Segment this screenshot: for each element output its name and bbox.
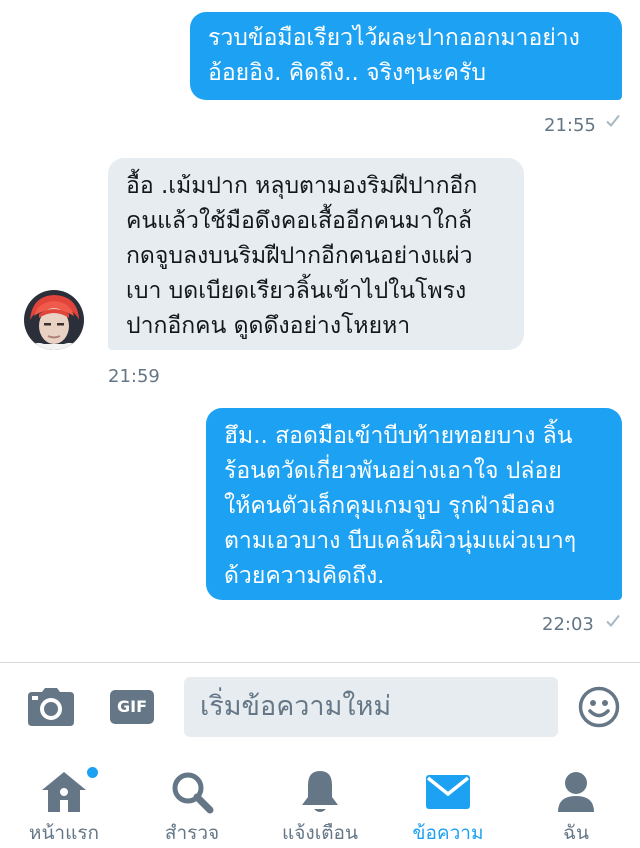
message-timestamp: 21:55 <box>544 115 596 136</box>
tab-label: แจ้งเตือน <box>282 822 358 844</box>
tab-label: ฉัน <box>563 822 589 844</box>
message-timestamp: 22:03 <box>542 614 594 635</box>
message-line: ด้วยความคิดถึง. <box>224 563 385 589</box>
search-icon <box>128 768 256 816</box>
gif-button[interactable]: GIF <box>110 690 154 724</box>
tab-me[interactable]: ฉัน <box>512 760 640 848</box>
message-line: ให้คนตัวเล็กคุมเกมจูบ รุกฝ่ามือลง <box>224 493 556 519</box>
bell-icon <box>256 768 384 816</box>
message-line: อื้อ .เม้มปาก หลุบตามองริมฝีปากอีก <box>126 173 478 199</box>
emoji-icon[interactable] <box>578 686 620 732</box>
message-bubble-outgoing[interactable]: รวบข้อมือเรียวไว้ผละปากออกมาอย่าง อ้อยอิ… <box>190 12 622 100</box>
message-line: รวบข้อมือเรียวไว้ผละปากออกมาอย่าง <box>208 25 580 51</box>
message-line: ตามเอวบาง บีบเคล้นผิวนุ่มแผ่วเบาๆ <box>224 528 577 554</box>
message-input[interactable]: เริ่มข้อความใหม่ <box>184 677 558 737</box>
message-timestamp: 21:59 <box>108 366 160 387</box>
home-icon <box>0 768 128 816</box>
user-icon <box>512 768 640 816</box>
message-line: กดจูบลงบนริมฝีปากอีกคนอย่างแผ่ว <box>126 243 473 269</box>
message-line: คนแล้วใช้มือดึงคอเสื้ออีกคนมาใกล้ <box>126 208 473 234</box>
message-line: ฮึม.. สอดมือเข้าบีบท้ายทอยบาง ลิ้น <box>224 423 573 449</box>
checkmark-icon <box>604 112 622 135</box>
tab-notifications[interactable]: แจ้งเตือน <box>256 760 384 848</box>
tab-messages[interactable]: ข้อความ <box>384 760 512 848</box>
divider <box>0 662 640 663</box>
notification-dot <box>87 767 98 778</box>
tab-explore[interactable]: สำรวจ <box>128 760 256 848</box>
avatar[interactable] <box>24 290 84 350</box>
message-input-placeholder: เริ่มข้อความใหม่ <box>200 691 392 722</box>
message-line: ปากอีกคน ดูดดึงอย่างโหยหา <box>126 313 411 339</box>
message-line: อ้อยอิง. คิดถึง.. จริงๆนะครับ <box>208 60 487 86</box>
camera-icon[interactable] <box>28 688 74 730</box>
tab-home[interactable]: หน้าแรก <box>0 760 128 848</box>
mail-icon <box>384 768 512 816</box>
message-bubble-outgoing[interactable]: ฮึม.. สอดมือเข้าบีบท้ายทอยบาง ลิ้น ร้อนต… <box>206 408 622 600</box>
gif-label: GIF <box>116 697 147 716</box>
tab-label: สำรวจ <box>164 822 220 844</box>
message-line: ร้อนตวัดเกี่ยวพันอย่างเอาใจ ปล่อย <box>224 458 562 484</box>
message-line: เบา บดเบียดเรียวลิ้นเข้าไปในโพรง <box>126 278 467 304</box>
checkmark-icon <box>604 612 622 635</box>
tab-label: ข้อความ <box>412 822 484 844</box>
message-bubble-incoming[interactable]: อื้อ .เม้มปาก หลุบตามองริมฝีปากอีก คนแล้… <box>108 158 524 350</box>
tab-label: หน้าแรก <box>28 822 100 844</box>
